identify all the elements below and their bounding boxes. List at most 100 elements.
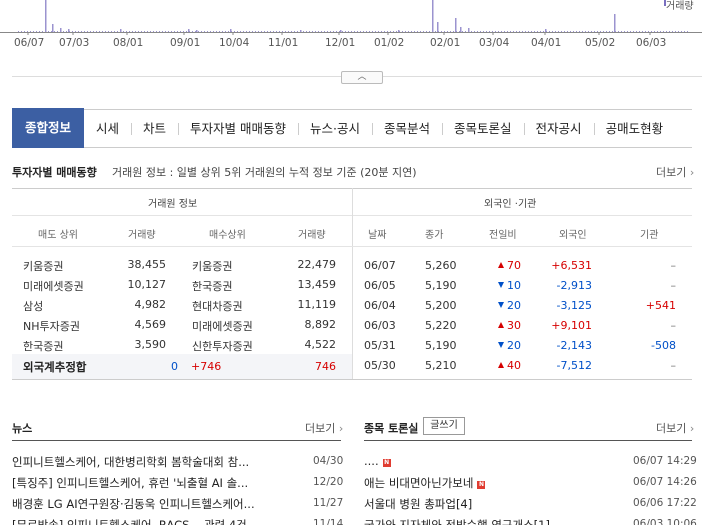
foreign-group-header: 외국인 ·기관	[484, 199, 537, 210]
volume-bar	[171, 31, 172, 32]
col-foreign: 외국인	[559, 230, 587, 241]
volume-bar	[21, 31, 22, 32]
discussion-item-link[interactable]: 서울대 병원 총파업[4]	[364, 496, 472, 512]
volume-bar	[81, 31, 82, 32]
volume-bar	[108, 31, 109, 32]
row-foreign: +6,531	[551, 259, 592, 272]
volume-bar	[270, 31, 271, 32]
volume-bar	[204, 31, 205, 32]
news-item-link[interactable]: 배경훈 LG AI연구원장·김동욱 인피니트헬스케어...	[12, 496, 255, 512]
volume-bar	[45, 0, 47, 32]
volume-bar	[489, 31, 490, 32]
volume-bar	[654, 31, 655, 32]
foreign-sum-buy: 746	[315, 360, 336, 373]
chart-x-tick: 06/07	[14, 37, 45, 49]
volume-bar	[153, 31, 154, 32]
volume-bar	[123, 31, 124, 32]
volume-bar	[540, 31, 541, 32]
chart-x-tick: 09/01	[170, 37, 201, 49]
chart-legend: 거래량	[666, 1, 694, 12]
volume-bar	[213, 31, 214, 32]
volume-bar	[573, 31, 574, 32]
volume-bar	[99, 31, 100, 32]
row-institution: –	[670, 319, 677, 332]
chart-x-tick: 02/01	[430, 37, 461, 49]
volume-bar	[437, 22, 439, 32]
volume-bar	[150, 31, 151, 32]
tab-6[interactable]: 종목토론실	[442, 110, 524, 147]
row-date: 05/30	[364, 359, 396, 372]
volume-bar	[381, 31, 382, 32]
row-change-value: 40	[507, 359, 521, 372]
volume-bar	[594, 31, 595, 32]
volume-bar	[633, 31, 634, 32]
volume-bar	[393, 31, 394, 32]
collapse-chart-button[interactable]: ︿	[341, 71, 383, 84]
foreign-row: 06/04 5,200 20 -3,125 +541	[0, 299, 702, 317]
news-item-date: 12/20	[313, 476, 344, 488]
main-tabs: 종합정보 시세 차트 투자자별 매매동향 뉴스·공시 종목분석 종목토론실 전자공시 공매도현황	[12, 108, 692, 148]
tab-2[interactable]: 차트	[131, 110, 178, 147]
volume-bar	[36, 31, 37, 32]
volume-bar	[684, 31, 685, 32]
tab-4[interactable]: 뉴스·공시	[298, 110, 372, 147]
news-item-link[interactable]: [특징주] 인피니트헬스케어, 휴런 '뇌출혈 AI 솔...	[12, 475, 248, 491]
volume-bar	[579, 31, 580, 32]
row-institution: –	[670, 279, 677, 292]
discussion-more-link[interactable]: 더보기	[656, 420, 694, 436]
news-item-date: 04/30	[313, 455, 344, 467]
volume-bar	[387, 31, 388, 32]
volume-bar	[525, 31, 526, 32]
chart-x-tick: 08/01	[113, 37, 144, 49]
volume-bar	[201, 31, 202, 32]
volume-bar	[375, 31, 376, 32]
volume-bar	[558, 31, 559, 32]
news-more-link[interactable]: 더보기	[305, 420, 343, 436]
discussion-item-link[interactable]: 국가와 지자체와 전방수행 연구개소[1]	[364, 517, 550, 525]
row-change-value: 10	[507, 279, 521, 292]
volume-bar	[398, 30, 400, 32]
news-title-divider	[12, 440, 341, 441]
volume-bar	[39, 31, 40, 32]
tab-3[interactable]: 투자자별 매매동향	[178, 110, 298, 147]
volume-bar	[230, 29, 232, 32]
discussion-item-date: 06/07 14:26	[633, 476, 697, 488]
volume-bar	[336, 31, 337, 32]
volume-bar	[300, 30, 302, 32]
chart-x-tick: 05/02	[585, 37, 616, 49]
volume-bar	[255, 31, 256, 32]
volume-bar	[642, 31, 643, 32]
col-sell-volume: 거래량	[128, 230, 156, 241]
table-bottom-border	[12, 379, 692, 380]
volume-bar	[648, 31, 649, 32]
row-change-value: 20	[507, 299, 521, 312]
volume-bar	[426, 31, 427, 32]
tab-1[interactable]: 시세	[84, 110, 131, 147]
volume-bar	[460, 27, 462, 32]
news-item-link[interactable]: 인피니트헬스케어, 대한병리학회 봄학술대회 참...	[12, 454, 249, 470]
tab-5[interactable]: 종목분석	[372, 110, 442, 147]
foreign-sum-label: 외국계추정합	[23, 360, 87, 374]
column-header-divider	[12, 246, 692, 247]
volume-bar	[135, 31, 136, 32]
volume-bar	[543, 31, 544, 32]
tab-8[interactable]: 공매도현황	[593, 110, 676, 147]
volume-bar	[411, 31, 412, 32]
investor-more-link[interactable]: 더보기	[656, 164, 694, 180]
volume-bar	[651, 31, 652, 32]
discussion-item-link[interactable]: 애는 비대면아닌가보네 N	[364, 475, 486, 491]
volume-bar	[87, 31, 88, 32]
news-title: 뉴스	[12, 422, 33, 435]
volume-bar	[570, 31, 571, 32]
volume-bar	[384, 31, 385, 32]
tab-0[interactable]: 종합정보	[12, 108, 85, 148]
volume-bar	[360, 31, 361, 32]
write-post-button[interactable]: 글쓰기	[423, 417, 465, 435]
discussion-item-link[interactable]: .... N	[364, 454, 391, 468]
volume-bar	[66, 31, 67, 32]
volume-bar	[537, 31, 538, 32]
row-change: 10	[498, 279, 521, 292]
news-item-link[interactable]: [무료방송] 인피니트헬스케어, RACS... 관련 4건	[12, 517, 247, 525]
volume-bar	[52, 24, 54, 32]
tab-7[interactable]: 전자공시	[523, 110, 594, 147]
